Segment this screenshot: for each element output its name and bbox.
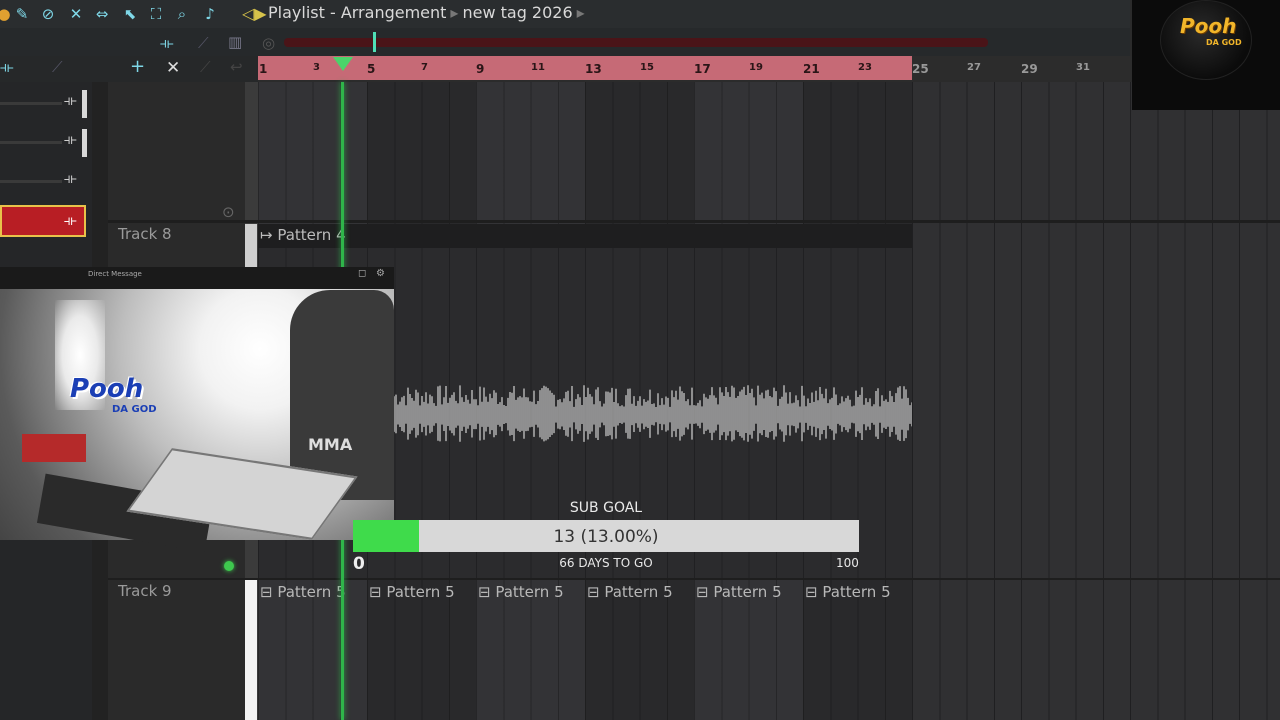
zoom-icon[interactable]: ⌕: [172, 4, 192, 24]
ruler-tick: 11: [531, 62, 545, 73]
ruler-tick: 17: [694, 62, 711, 76]
ruler-tick: 29: [1021, 62, 1038, 76]
track-9-color-strip[interactable]: [245, 580, 257, 720]
playlist-title: Playlist - Arrangement: [268, 3, 447, 22]
select-icon[interactable]: ⬉: [120, 4, 140, 24]
breadcrumb-separator-end: ▸: [576, 3, 585, 22]
track-settings-icon[interactable]: ⊙: [222, 203, 235, 221]
undo-disabled-icon: ↩: [230, 58, 243, 76]
breadcrumb-separator: ▸: [450, 3, 459, 22]
zoom-box-icon[interactable]: ⛶: [146, 4, 166, 24]
webcam-title-bar: [0, 267, 394, 289]
track-9-label[interactable]: Track 9: [118, 582, 172, 600]
mixer-slot[interactable]: ⟛: [0, 166, 88, 196]
record-status-dot: [224, 561, 234, 571]
ruler-tick: 7: [421, 62, 428, 73]
track-8-label[interactable]: Track 8: [118, 225, 172, 243]
webcam-shirt-text: MMA: [308, 435, 353, 454]
pattern-clip-label[interactable]: ⊟ Pattern 5: [696, 583, 782, 601]
pattern-clip-label[interactable]: ⊟ Pattern 5: [260, 583, 346, 601]
piano-icon[interactable]: ▥: [228, 33, 242, 51]
waveform-icon: ⟛: [64, 93, 77, 109]
mixer-slot[interactable]: ⟛: [0, 127, 88, 157]
ruler-tick: 5: [367, 62, 376, 76]
playhead-marker[interactable]: [333, 57, 353, 71]
stretch-icon[interactable]: ⇔: [92, 4, 112, 24]
audio-waveform: [394, 385, 912, 442]
ruler-tick: 9: [476, 62, 485, 76]
ruler-tick: 19: [749, 62, 763, 73]
horizontal-scrollbar[interactable]: [284, 38, 988, 47]
ruler-tick: 13: [585, 62, 602, 76]
sub-goal-title: SUB GOAL: [569, 500, 643, 516]
mute-icon[interactable]: ⊘: [38, 4, 58, 24]
link-icon[interactable]: ⟋: [198, 34, 209, 52]
pencil-icon[interactable]: ⟋: [52, 58, 63, 76]
brand-logo: Pooh: [1180, 14, 1237, 38]
speaker-icon[interactable]: ♪: [200, 4, 220, 24]
ruler-tick: 27: [967, 62, 981, 73]
webcam-title: Direct Message: [88, 270, 142, 278]
waveform-icon: ⟛: [64, 213, 77, 229]
pattern-clip-label[interactable]: ⊟ Pattern 5: [805, 583, 891, 601]
pattern-5-name: Pattern 5: [386, 583, 455, 601]
ruler-tick: 1: [259, 62, 268, 76]
waveform-icon: ⟛: [64, 132, 77, 148]
pattern-clip-label[interactable]: ⊟ Pattern 5: [478, 583, 564, 601]
track-waveform-icon[interactable]: ⟛: [0, 58, 14, 76]
webcam-logo-text: Pooh: [70, 374, 144, 404]
pattern-clip-label: ↦ Pattern 4: [260, 226, 346, 244]
delete-track-icon[interactable]: ✕: [166, 58, 180, 78]
mixer-level: [0, 180, 62, 183]
ruler-tick: 21: [803, 62, 820, 76]
popout-icon[interactable]: ◻: [358, 268, 366, 279]
mixer-level: [0, 141, 62, 144]
track-8-color-strip[interactable]: [245, 224, 257, 268]
mixer-level: [0, 102, 62, 105]
webcam-audio-interface: [22, 434, 86, 462]
pattern-4-name: Pattern 4: [277, 226, 346, 244]
play-title-icon[interactable]: ◁▶: [242, 4, 267, 23]
ruler-tick: 25: [912, 62, 929, 76]
pattern-clip-label[interactable]: ⊟ Pattern 5: [587, 583, 673, 601]
webcam-logo-sub: DA GOD: [112, 404, 157, 415]
sub-goal-days-remaining: 66 DAYS TO GO: [559, 556, 653, 570]
pattern-5-name: Pattern 5: [822, 583, 891, 601]
snap-icon[interactable]: ◎: [262, 34, 275, 52]
breadcrumb[interactable]: new tag 2026: [462, 3, 572, 22]
sub-goal-max: 100: [836, 556, 859, 570]
mixer-slot-selected[interactable]: ⟛: [0, 205, 86, 237]
waveform-path: [394, 385, 912, 442]
waveform-icon[interactable]: ⟛: [160, 34, 174, 52]
pattern-clip[interactable]: [258, 224, 912, 248]
ruler-tick: 23: [858, 62, 872, 73]
track-separator: [108, 578, 1280, 580]
waveform-icon: ⟛: [64, 171, 77, 187]
pattern-5-name: Pattern 5: [277, 583, 346, 601]
track-separator: [108, 220, 1280, 223]
mixer-handle[interactable]: [82, 90, 87, 118]
pattern-5-name: Pattern 5: [604, 583, 673, 601]
pattern-clip-label[interactable]: ⊟ Pattern 5: [369, 583, 455, 601]
mixer-handle[interactable]: [82, 129, 87, 157]
scrollbar-position-marker[interactable]: [373, 32, 376, 52]
toolbar-row-3: [0, 56, 258, 82]
speaker-mute-icon[interactable]: ✕: [66, 4, 86, 24]
ruler-tick: 3: [313, 62, 320, 73]
playlist-grid-outside-loop[interactable]: [912, 82, 1280, 720]
window-title: Playlist - Arrangement ▸ new tag 2026 ▸: [268, 3, 589, 22]
ruler-tick: 31: [1076, 62, 1090, 73]
ruler-tick: 15: [640, 62, 654, 73]
settings-icon[interactable]: ⚙: [376, 268, 385, 279]
edit-disabled-icon: ⟋: [200, 58, 211, 76]
add-track-icon[interactable]: +: [130, 56, 145, 77]
brand-logo-sub: DA GOD: [1206, 38, 1242, 47]
pattern-5-name: Pattern 5: [495, 583, 564, 601]
sub-goal-value: 13 (13.00%): [553, 527, 659, 547]
mixer-slot[interactable]: ⟛: [0, 88, 88, 118]
pattern-5-name: Pattern 5: [713, 583, 782, 601]
paint-icon[interactable]: ✎: [12, 4, 32, 24]
